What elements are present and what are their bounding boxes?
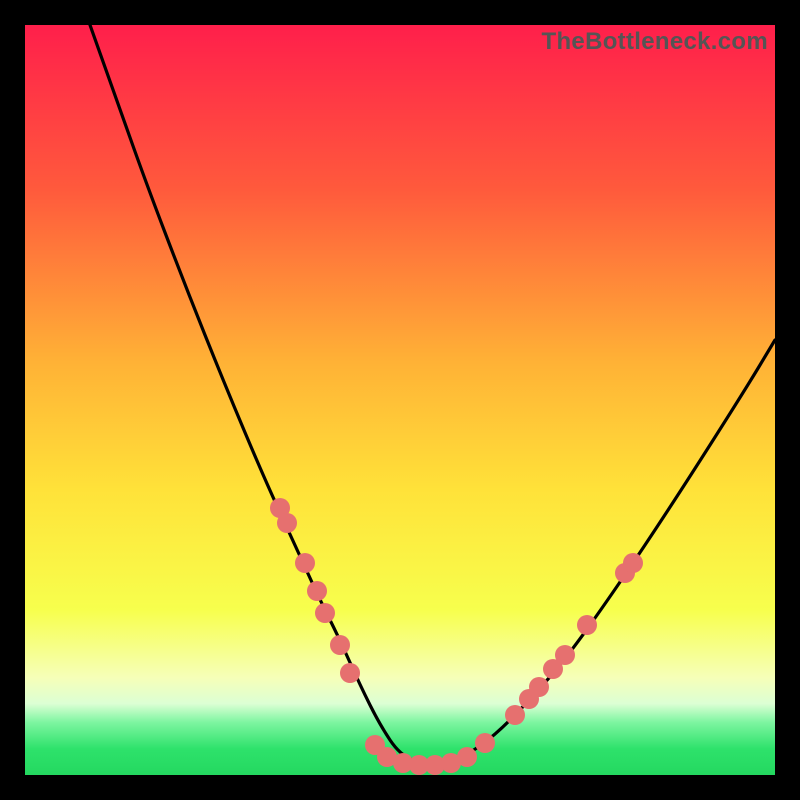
highlight-dot	[295, 553, 315, 573]
highlight-dot	[475, 733, 495, 753]
highlight-dot	[623, 553, 643, 573]
highlight-dot	[315, 603, 335, 623]
highlight-dot	[330, 635, 350, 655]
highlight-dot	[457, 747, 477, 767]
highlight-dot	[505, 705, 525, 725]
highlight-dot	[277, 513, 297, 533]
highlight-dots	[270, 498, 643, 775]
highlight-dot	[555, 645, 575, 665]
chart-frame: TheBottleneck.com	[0, 0, 800, 800]
highlight-dot	[340, 663, 360, 683]
curve-layer	[25, 25, 775, 775]
highlight-dot	[529, 677, 549, 697]
highlight-dot	[577, 615, 597, 635]
watermark-text: TheBottleneck.com	[542, 28, 768, 56]
bottleneck-curve	[90, 25, 775, 764]
highlight-dot	[307, 581, 327, 601]
plot-area	[25, 25, 775, 775]
